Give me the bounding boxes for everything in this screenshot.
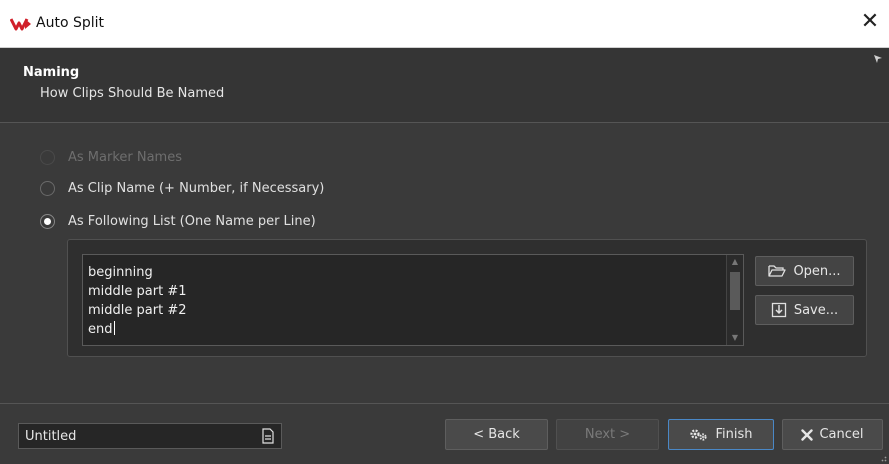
text-caret [113, 321, 115, 335]
name-list-line: middle part #2 [88, 303, 187, 318]
preset-menu-icon[interactable] [261, 428, 275, 444]
wavelab-logo-icon [10, 18, 31, 31]
gears-icon [690, 428, 708, 441]
next-button[interactable]: Next > [556, 419, 659, 450]
radio-option-following-list[interactable]: As Following List (One Name per Line) [40, 211, 316, 231]
name-list-line: beginning [88, 265, 153, 280]
name-list-line: end [88, 322, 113, 337]
folder-open-icon [768, 265, 787, 277]
name-list-textarea[interactable]: beginning middle part #1 middle part #2 … [82, 254, 744, 346]
name-list-line: middle part #1 [88, 284, 187, 299]
save-button-label: Save... [793, 302, 839, 318]
window-title: Auto Split [36, 15, 104, 31]
scroll-up-icon[interactable]: ▲ [727, 255, 743, 269]
save-button[interactable]: Save... [755, 295, 854, 325]
scrollbar-thumb[interactable] [730, 272, 740, 310]
close-icon[interactable]: ✕ [859, 10, 881, 34]
cancel-button[interactable]: Cancel [782, 419, 883, 450]
save-icon [771, 302, 786, 318]
page-title: Naming [23, 65, 80, 80]
name-list-lines[interactable]: beginning middle part #1 middle part #2 … [88, 263, 186, 339]
page-subtitle: How Clips Should Be Named [40, 86, 225, 101]
finish-button-label: Finish [715, 427, 753, 442]
open-button-label: Open... [793, 263, 841, 279]
scroll-down-icon[interactable]: ▼ [727, 331, 743, 345]
radio-option-marker-names: As Marker Names [40, 147, 182, 167]
x-icon [801, 428, 814, 441]
back-button[interactable]: < Back [445, 419, 548, 450]
pin-icon[interactable] [873, 54, 883, 64]
preset-value: Untitled [25, 429, 77, 444]
next-button-label: Next > [584, 427, 631, 442]
footer-divider [0, 403, 889, 404]
radio-option-clip-name[interactable]: As Clip Name (+ Number, if Necessary) [40, 178, 324, 198]
vertical-scrollbar[interactable]: ▲ ▼ [726, 255, 743, 345]
back-button-label: < Back [473, 427, 520, 442]
finish-button[interactable]: Finish [668, 419, 774, 450]
window-titlebar: Auto Split ✕ [0, 0, 889, 48]
page-header: Naming How Clips Should Be Named [0, 48, 889, 123]
resize-grip-icon[interactable] [879, 454, 887, 462]
radio-following-list[interactable] [40, 213, 55, 229]
radio-clip-name[interactable] [40, 180, 55, 196]
radio-marker-names [40, 149, 55, 165]
open-button[interactable]: Open... [755, 256, 854, 286]
radio-label-following-list[interactable]: As Following List (One Name per Line) [68, 214, 316, 229]
cancel-button-label: Cancel [819, 427, 864, 442]
preset-field[interactable]: Untitled [18, 423, 282, 449]
radio-label-marker-names: As Marker Names [68, 149, 182, 165]
radio-label-clip-name[interactable]: As Clip Name (+ Number, if Necessary) [68, 181, 324, 196]
